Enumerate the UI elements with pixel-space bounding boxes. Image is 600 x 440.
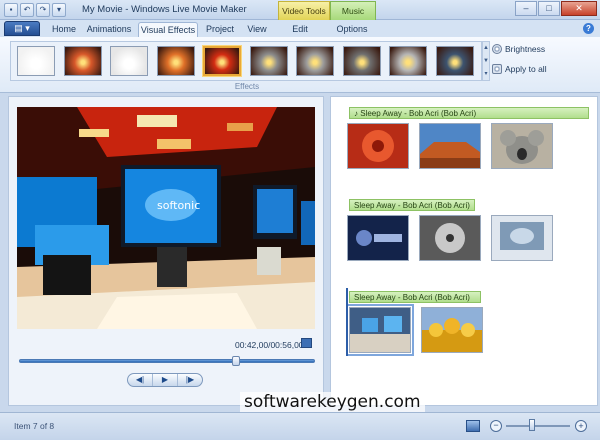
playback-controls: ◀| ▶ |▶: [127, 373, 203, 387]
gallery-scroller[interactable]: ▲ ▼ ▾: [482, 41, 490, 81]
help-icon[interactable]: ?: [583, 23, 594, 34]
music-track-bar[interactable]: ♪ Sleep Away - Bob Acri (Bob Acri): [349, 107, 589, 119]
music-track-label: Sleep Away - Bob Acri (Bob Acri): [354, 201, 470, 210]
clip-softonic-cd[interactable]: [419, 215, 481, 261]
clip-computer-screen[interactable]: [491, 215, 553, 261]
apply-to-all-icon: [492, 64, 502, 74]
clip-koala[interactable]: [491, 123, 553, 169]
next-frame-button[interactable]: |▶: [178, 374, 202, 386]
title-bar: ▪ ↶ ↷ ▾ My Movie - Windows Live Movie Ma…: [0, 0, 600, 34]
tab-project[interactable]: Project: [202, 22, 238, 37]
effect-thumbnail[interactable]: [63, 46, 102, 76]
clip-thumbnail: [422, 308, 482, 352]
quick-access-toolbar: ▪ ↶ ↷ ▾: [4, 3, 66, 17]
zoom-out-icon[interactable]: −: [490, 420, 502, 432]
minimize-button[interactable]: –: [515, 1, 537, 16]
application-menu-button[interactable]: ▤ ▾: [4, 21, 40, 36]
effect-thumbnail[interactable]: [296, 46, 334, 76]
brightness-button[interactable]: Brightness: [492, 44, 545, 54]
tab-animations[interactable]: Animations: [84, 22, 134, 37]
effects-group-label: Effects: [234, 82, 260, 91]
apply-to-all-button[interactable]: Apply to all: [492, 64, 547, 74]
playback-time: 00:42,00/00:56,00: [235, 340, 304, 350]
storyboard-view-icon[interactable]: [466, 420, 480, 432]
seek-bar[interactable]: [19, 356, 315, 366]
clip-thumbnail: [492, 216, 552, 260]
effect-thumbnail[interactable]: [249, 46, 288, 76]
play-button[interactable]: ▶: [153, 374, 178, 386]
close-button[interactable]: ✕: [561, 1, 597, 16]
music-track-bar[interactable]: Sleep Away - Bob Acri (Bob Acri): [349, 199, 475, 211]
zoom-handle[interactable]: [528, 419, 535, 431]
window-title: My Movie - Windows Live Movie Maker: [82, 4, 247, 15]
clip-office-desks[interactable]: [346, 304, 414, 356]
apply-to-all-label: Apply to all: [505, 64, 547, 74]
clip-red-flower[interactable]: [347, 123, 409, 169]
effect-thumbnail[interactable]: [389, 46, 427, 76]
clip-thumbnail: [348, 124, 408, 168]
clip-softonic-logo[interactable]: [347, 215, 409, 261]
clip-thumbnail: [348, 216, 408, 260]
tab-edit[interactable]: Edit: [282, 22, 318, 37]
fullscreen-preview-icon[interactable]: [301, 338, 312, 348]
window-controls: – □ ✕: [515, 1, 597, 16]
music-track-label: Sleep Away - Bob Acri (Bob Acri): [354, 293, 470, 302]
zoom-in-icon[interactable]: +: [575, 420, 587, 432]
effect-thumbnail[interactable]: [110, 46, 148, 76]
tab-visual-effects[interactable]: Visual Effects: [138, 22, 198, 37]
storyboard-pane: ♪ Sleep Away - Bob Acri (Bob Acri) Sleep…: [330, 96, 598, 406]
ribbon-tab-row: ▤ ▾ Home Animations Visual Effects Proje…: [0, 20, 600, 37]
effects-gallery: [10, 41, 482, 81]
undo-icon[interactable]: ↶: [20, 3, 34, 17]
effect-thumbnail[interactable]: [342, 46, 381, 76]
music-track-label: Sleep Away - Bob Acri (Bob Acri): [360, 109, 477, 118]
item-count: Item 7 of 8: [14, 421, 55, 431]
clip-tulips[interactable]: [421, 307, 483, 353]
tab-view[interactable]: View: [240, 22, 274, 37]
tab-home[interactable]: Home: [46, 22, 82, 37]
clip-thumbnail: [420, 124, 480, 168]
previous-frame-button[interactable]: ◀|: [128, 374, 153, 386]
video-tools-context-tab: Video Tools: [278, 1, 330, 20]
customize-toolbar-icon[interactable]: ▾: [52, 3, 66, 17]
status-bar: Item 7 of 8 − +: [0, 412, 600, 440]
clip-thumbnail: [420, 216, 480, 260]
softonic-screen-text: softonic: [157, 199, 200, 212]
effect-thumbnail[interactable]: [17, 46, 55, 76]
preview-pane: softonic 00:42,00/00:56,00 ◀| ▶ |▶: [8, 96, 324, 406]
brightness-icon: [492, 44, 502, 54]
insertion-point: [346, 288, 348, 356]
clip-desert[interactable]: [419, 123, 481, 169]
maximize-button[interactable]: □: [538, 1, 560, 16]
redo-icon[interactable]: ↷: [36, 3, 50, 17]
clip-thumbnail: [350, 308, 410, 352]
music-tools-context-tab: Music Tools: [330, 1, 376, 34]
tab-options[interactable]: Options: [332, 22, 372, 37]
video-preview: softonic: [17, 107, 315, 329]
brightness-label: Brightness: [505, 44, 546, 54]
seek-handle[interactable]: [231, 356, 240, 366]
zoom-slider[interactable]: [506, 425, 570, 427]
video-frame-image: softonic: [17, 107, 315, 329]
effect-thumbnail[interactable]: [435, 46, 474, 76]
effect-thumbnail[interactable]: [203, 46, 241, 76]
clip-thumbnail: [492, 124, 552, 168]
ribbon: ▲ ▼ ▾ Brightness Apply to all Effects: [0, 37, 600, 93]
music-track-bar[interactable]: Sleep Away - Bob Acri (Bob Acri): [349, 291, 481, 303]
effect-thumbnail[interactable]: [156, 46, 195, 76]
save-icon[interactable]: ▪: [4, 3, 18, 17]
watermark-text: softwarekeygen.com: [240, 392, 425, 412]
